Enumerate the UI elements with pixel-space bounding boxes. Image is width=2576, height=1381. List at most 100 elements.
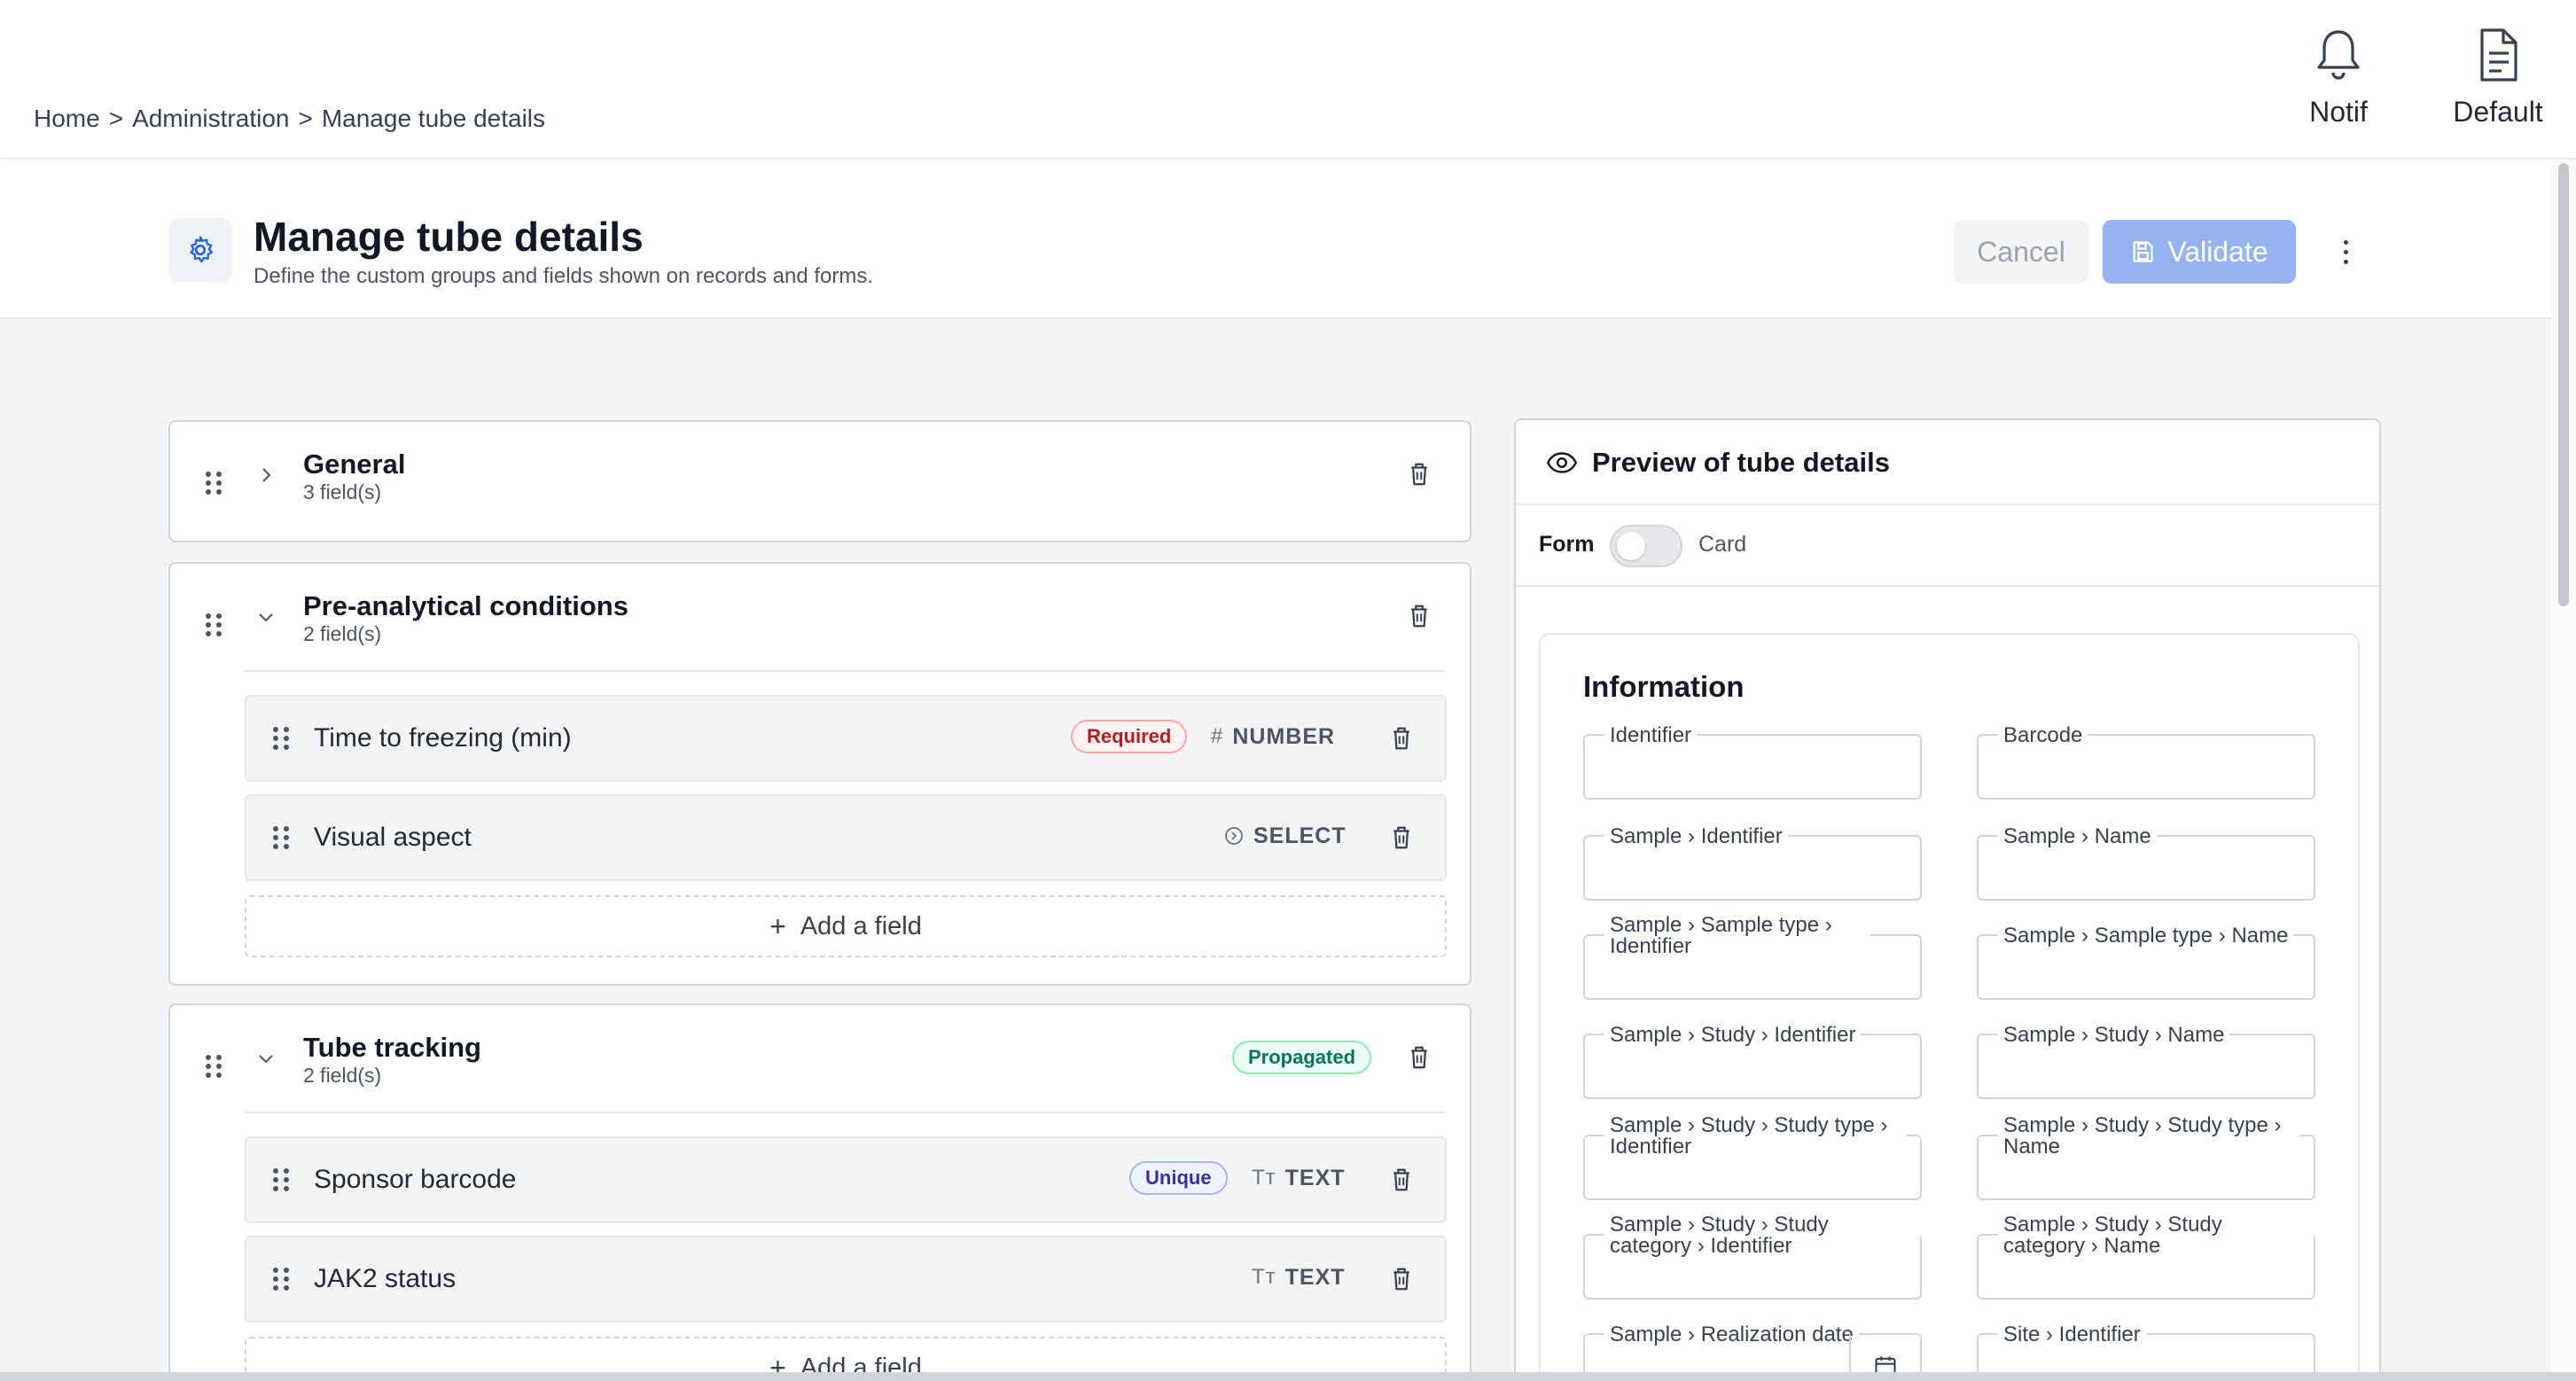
document-icon: [2480, 28, 2517, 82]
group-field-count: 2 field(s): [303, 1064, 382, 1087]
group-field-count: 2 field(s): [303, 622, 382, 645]
field-type-label: TEXT: [1284, 1165, 1346, 1190]
page-header: Manage tube details Define the custom gr…: [0, 160, 2551, 319]
preview-field-input[interactable]: Sample › Sample type › Identifier: [1583, 915, 1922, 1000]
chevron-down-icon[interactable]: [255, 1048, 277, 1069]
preview-field-label: Sample › Sample type › Name: [1998, 925, 2294, 947]
field-row[interactable]: Time to freezing (min) Required # NUMBER: [245, 695, 1447, 782]
trash-icon[interactable]: [1408, 461, 1431, 488]
field-type: Tт TEXT: [1252, 1159, 1346, 1197]
preview-field-input[interactable]: Sample › Study › Name: [1977, 1025, 2315, 1099]
information-title: Information: [1583, 670, 1745, 703]
preview-field-label: Sample › Realization date: [1604, 1324, 1859, 1346]
preview-field-label: Sample › Study › Study type › Identifier: [1604, 1115, 1906, 1158]
field-label: Time to freezing (min): [314, 723, 572, 753]
preview-field-input[interactable]: Sample › Identifier: [1583, 826, 1922, 901]
preview-field-input[interactable]: Sample › Study › Identifier: [1583, 1025, 1922, 1099]
add-field-button[interactable]: + Add a field: [245, 895, 1447, 957]
group-general: General 3 field(s): [168, 420, 1471, 542]
preview-field-label: Sample › Identifier: [1604, 826, 1788, 847]
group-pre-analytical-conditions: Pre-analytical conditions 2 field(s) Tim…: [168, 562, 1471, 986]
preview-panel: Preview of tube details Form Card Inform…: [1514, 418, 2381, 1381]
group-title: Tube tracking: [303, 1032, 481, 1063]
drag-handle-icon[interactable]: [273, 727, 289, 750]
trash-icon[interactable]: [1408, 603, 1431, 629]
breadcrumb-separator: >: [298, 105, 313, 132]
unique-badge: Unique: [1129, 1161, 1228, 1195]
preview-field-label: Sample › Study › Identifier: [1604, 1025, 1862, 1046]
eye-icon: [1546, 452, 1578, 473]
trash-icon[interactable]: [1390, 824, 1413, 851]
field-type: SELECT: [1223, 817, 1347, 854]
select-icon: [1225, 827, 1243, 845]
trash-icon[interactable]: [1390, 1166, 1413, 1193]
more-options-icon[interactable]: [2328, 232, 2363, 271]
hash-icon: #: [1211, 724, 1224, 748]
preview-field-label: Sample › Study › Study category › Identi…: [1604, 1214, 1920, 1257]
notifications-button[interactable]: Notif: [2276, 27, 2400, 129]
preview-field-input[interactable]: Sample › Sample type › Name: [1977, 925, 2315, 1000]
drag-handle-icon[interactable]: [206, 613, 222, 636]
preview-field-input[interactable]: Sample › Study › Study category › Name: [1977, 1214, 2315, 1299]
field-row[interactable]: JAK2 status Tт TEXT: [245, 1236, 1447, 1322]
field-row[interactable]: Visual aspect SELECT: [245, 794, 1447, 881]
validate-label: Validate: [2167, 235, 2268, 268]
save-icon: [2133, 241, 2154, 262]
plus-icon: +: [769, 909, 786, 942]
drag-handle-icon[interactable]: [273, 1168, 289, 1191]
preview-field-label: Identifier: [1604, 725, 1698, 746]
bell-icon: [2317, 30, 2360, 80]
breadcrumb-home[interactable]: Home: [34, 105, 100, 133]
horizontal-scrollbar[interactable]: [0, 1372, 2576, 1381]
breadcrumb-separator: >: [108, 105, 124, 132]
preview-field-label: Sample › Study › Study type › Name: [1998, 1115, 2299, 1158]
preview-field-input[interactable]: Sample › Study › Study type › Identifier: [1583, 1115, 1922, 1200]
field-type-label: NUMBER: [1232, 723, 1336, 749]
breadcrumb-administration[interactable]: Administration: [132, 105, 289, 133]
breadcrumb: Home > Administration > Manage tube deta…: [34, 105, 545, 133]
preview-field-label: Barcode: [1998, 725, 2088, 746]
preview-field-label: Sample › Name: [1998, 826, 2157, 847]
trash-icon[interactable]: [1390, 725, 1413, 752]
drag-handle-icon[interactable]: [273, 826, 289, 849]
notifications-label: Notif: [2309, 96, 2368, 128]
field-type: Tт TEXT: [1252, 1259, 1346, 1296]
field-row[interactable]: Sponsor barcode Unique Tт TEXT: [245, 1136, 1447, 1223]
preview-field-input[interactable]: Sample › Study › Study category › Identi…: [1583, 1214, 1922, 1299]
text-icon: Tт: [1252, 1166, 1276, 1190]
page-scrollbar[interactable]: [2551, 160, 2576, 1381]
drag-handle-icon[interactable]: [273, 1268, 289, 1291]
trash-icon[interactable]: [1390, 1266, 1413, 1292]
top-bar: Home > Administration > Manage tube deta…: [0, 0, 2576, 158]
preview-mode-toggle: Form Card: [1516, 505, 2379, 587]
preview-header: Preview of tube details: [1516, 420, 2379, 505]
preview-field-label: Site › Identifier: [1998, 1324, 2146, 1346]
information-card: Information Identifier Barcode Sample › …: [1539, 633, 2360, 1381]
form-card-toggle[interactable]: [1610, 525, 1682, 567]
group-field-count: 3 field(s): [303, 480, 382, 503]
preview-field-input[interactable]: Sample › Study › Study type › Name: [1977, 1115, 2315, 1200]
default-profile-button[interactable]: Default: [2436, 27, 2560, 129]
group-tube-tracking: Tube tracking 2 field(s) Propagated Spon…: [168, 1003, 1471, 1381]
preview-field-label: Sample › Sample type › Identifier: [1604, 915, 1870, 957]
drag-handle-icon[interactable]: [206, 1055, 222, 1078]
drag-handle-icon[interactable]: [206, 472, 222, 495]
chevron-down-icon[interactable]: [255, 606, 277, 628]
group-title: General: [303, 449, 406, 480]
preview-field-input[interactable]: Identifier: [1583, 725, 1922, 800]
page-subtitle: Define the custom groups and fields show…: [254, 264, 874, 288]
field-label: Sponsor barcode: [314, 1165, 517, 1194]
preview-field-input[interactable]: Sample › Name: [1977, 826, 2315, 901]
validate-button[interactable]: Validate: [2103, 220, 2296, 284]
propagated-badge: Propagated: [1232, 1041, 1372, 1074]
field-label: JAK2 status: [314, 1264, 457, 1293]
preview-field-input[interactable]: Barcode: [1977, 725, 2315, 800]
field-type-label: TEXT: [1284, 1264, 1346, 1290]
toggle-card-label: Card: [1698, 532, 1747, 557]
field-type-label: SELECT: [1253, 823, 1347, 848]
text-icon: Tт: [1252, 1265, 1276, 1289]
cancel-button[interactable]: Cancel: [1954, 220, 2088, 284]
chevron-right-icon[interactable]: [255, 464, 277, 486]
settings-icon: [168, 218, 232, 282]
trash-icon[interactable]: [1408, 1044, 1431, 1071]
